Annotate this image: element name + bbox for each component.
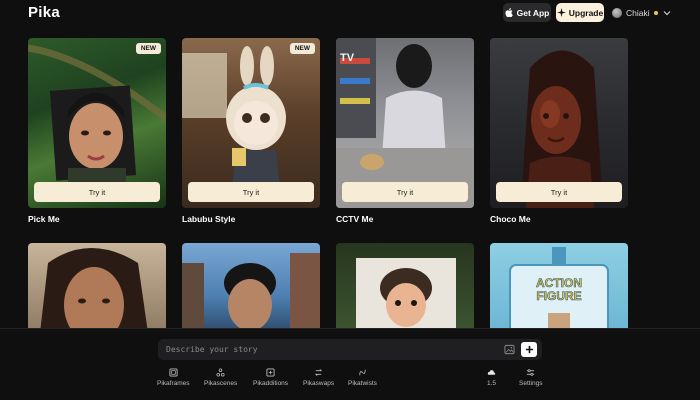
- twist-icon: [359, 369, 366, 376]
- frame-icon: [169, 368, 178, 377]
- upgrade-button[interactable]: Upgrade: [556, 3, 604, 22]
- effect-card-cartoon[interactable]: [336, 243, 474, 333]
- pika-logo[interactable]: Pika: [28, 4, 60, 21]
- settings-button[interactable]: Settings: [519, 368, 543, 387]
- tool-label: Pikaswaps: [303, 380, 335, 387]
- model-version-selector[interactable]: 1.5: [487, 368, 496, 387]
- tool-pikaswaps[interactable]: Pikaswaps: [303, 368, 334, 387]
- try-it-button[interactable]: Try it: [342, 182, 468, 202]
- effect-card-labubu-style[interactable]: NEW Try it: [182, 38, 320, 208]
- try-it-button[interactable]: Try it: [188, 182, 314, 202]
- tool-label: Pikascenes: [204, 380, 238, 387]
- effect-card-pick-me[interactable]: NEW Try it: [28, 38, 166, 208]
- man-city-illustration: [182, 253, 320, 333]
- get-app-label: Get App: [516, 7, 550, 18]
- scenes-icon: [216, 368, 225, 377]
- apple-icon: [505, 8, 513, 17]
- card-title: CCTV Me: [336, 214, 374, 224]
- try-it-button[interactable]: Try it: [496, 182, 622, 202]
- new-badge: NEW: [135, 43, 161, 54]
- card-title: Labubu Style: [182, 214, 236, 224]
- model-version: 1.5: [487, 380, 497, 387]
- add-box-icon: [266, 368, 275, 377]
- user-name: Chiaki: [626, 8, 650, 18]
- tool-pikatwists[interactable]: Pikatwists: [348, 368, 377, 387]
- user-menu[interactable]: Chiaki: [612, 5, 672, 21]
- cartoon-boy-illustration: [356, 258, 456, 333]
- avatar: [612, 8, 622, 18]
- new-badge: NEW: [289, 43, 315, 54]
- effect-card-action-figure[interactable]: ACTION FIGURE: [490, 243, 628, 333]
- swap-icon: [314, 369, 323, 376]
- settings-sliders-icon: [527, 369, 535, 376]
- woman-portrait-illustration: [40, 248, 148, 333]
- settings-label: Settings: [519, 380, 543, 387]
- tool-pikaframes[interactable]: Pikaframes: [157, 368, 190, 387]
- story-prompt-input[interactable]: [166, 341, 496, 358]
- tool-label: Pikaframes: [157, 380, 190, 387]
- tool-pikascenes[interactable]: Pikascenes: [204, 368, 237, 387]
- plus-icon: [525, 345, 533, 354]
- tool-pikadditions[interactable]: Pikadditions: [253, 368, 288, 387]
- sparkle-icon: [556, 8, 566, 17]
- tool-label: Pikadditions: [253, 380, 289, 387]
- tool-label: Pikatwists: [348, 380, 377, 387]
- effect-card-choco-me[interactable]: Try it: [490, 38, 628, 208]
- prompt-bar: [158, 339, 542, 360]
- get-app-button[interactable]: Get App: [503, 3, 551, 22]
- upgrade-label: Upgrade: [568, 7, 604, 18]
- action-figure-text: ACTION FIGURE: [536, 276, 583, 303]
- card-title: Choco Me: [490, 214, 531, 224]
- status-dot: [653, 11, 658, 15]
- effect-card-city-man[interactable]: [182, 243, 320, 333]
- add-button[interactable]: [521, 342, 537, 357]
- card-title: Pick Me: [28, 214, 60, 224]
- image-upload-icon[interactable]: [504, 344, 515, 355]
- cloud-icon: [487, 370, 496, 375]
- divider: [0, 328, 700, 329]
- top-header: Pika Get App Upgrade Chiaki: [0, 0, 700, 26]
- cctv-overlay-text: TV: [340, 52, 355, 64]
- effect-card-portrait[interactable]: [28, 243, 166, 333]
- chevron-down-icon: [663, 11, 671, 16]
- effect-card-cctv-me[interactable]: TV Try it: [336, 38, 474, 208]
- try-it-button[interactable]: Try it: [34, 182, 160, 202]
